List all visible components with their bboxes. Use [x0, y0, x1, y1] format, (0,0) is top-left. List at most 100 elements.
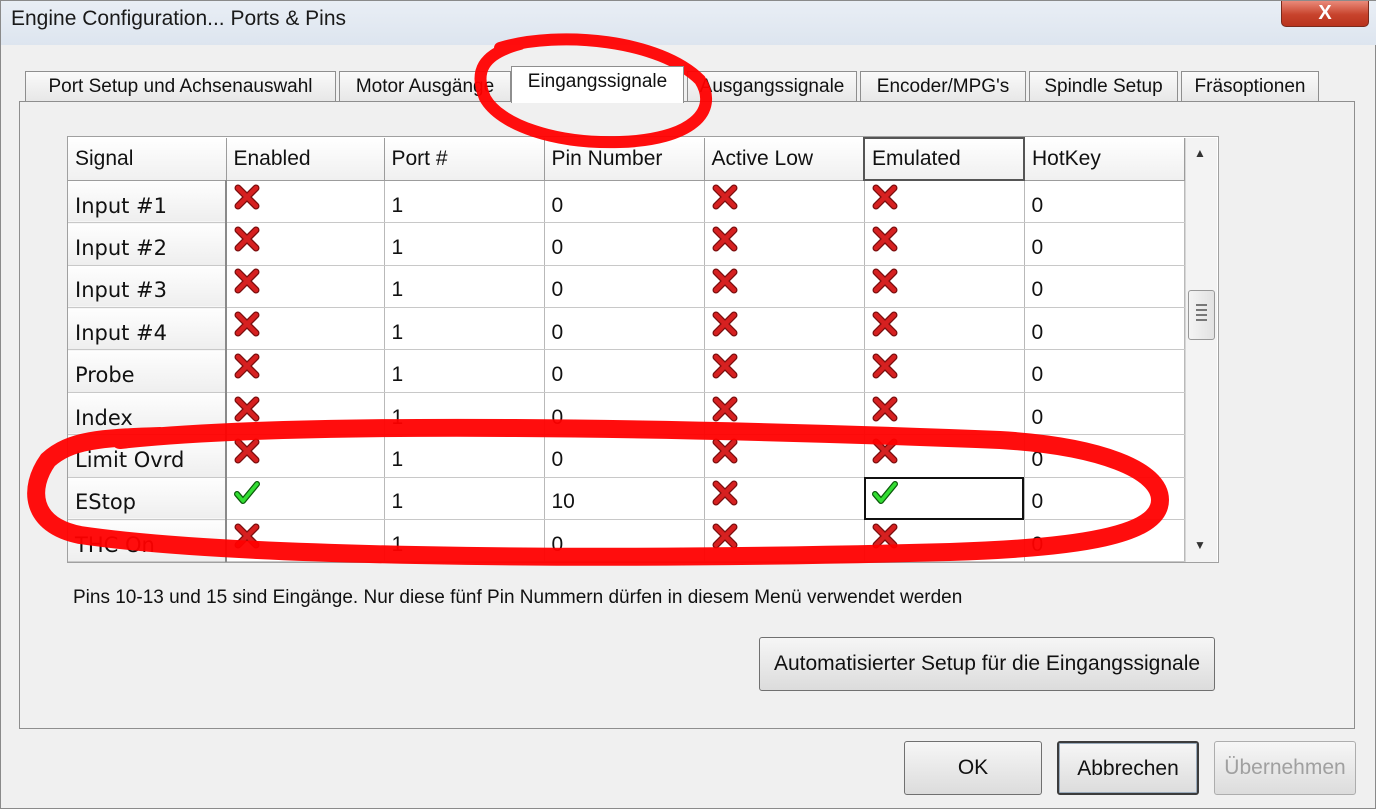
table-row[interactable]: EStop 1 10 0 [68, 477, 1185, 521]
close-button[interactable]: X [1281, 1, 1369, 27]
hotkey-cell[interactable]: 0 [1024, 349, 1185, 393]
signal-name-cell[interactable]: Input #4 [68, 307, 227, 351]
pin-number-cell[interactable]: 0 [544, 519, 705, 562]
hotkey-cell-value: 0 [1031, 363, 1044, 387]
cancel-button[interactable]: Abbrechen [1057, 741, 1199, 795]
table-row[interactable]: THC On 1 0 0 [68, 519, 1185, 562]
enabled-cell[interactable] [226, 519, 385, 562]
pin-number-cell[interactable]: 0 [544, 307, 705, 351]
tab-encoder-mpg[interactable]: Encoder/MPG's [860, 71, 1026, 103]
pin-number-cell[interactable]: 10 [544, 477, 705, 521]
title-bar[interactable]: Engine Configuration... Ports & Pins X [1, 1, 1376, 45]
active-low-cell[interactable] [704, 477, 865, 521]
scrollbar-thumb[interactable] [1188, 290, 1215, 340]
signal-name-cell[interactable]: Input #2 [68, 222, 227, 266]
table-row[interactable]: Input #2 1 0 0 [68, 222, 1185, 266]
table-row[interactable]: Probe 1 0 0 [68, 349, 1185, 393]
tab-eingangssignale[interactable]: Eingangssignale [511, 66, 684, 103]
enabled-cell[interactable] [226, 434, 385, 478]
emulated-cell[interactable] [864, 392, 1025, 436]
tab-fraesoptionen[interactable]: Fräsoptionen [1181, 71, 1319, 103]
signal-name-cell[interactable]: Input #3 [68, 265, 227, 309]
grid-vertical-scrollbar[interactable]: ▲ ▼ [1185, 138, 1217, 562]
column-header-pin-number[interactable]: Pin Number [544, 138, 705, 181]
ok-button[interactable]: OK [904, 741, 1042, 795]
emulated-cell[interactable] [864, 307, 1025, 351]
active-low-cell[interactable] [704, 265, 865, 309]
column-header-port[interactable]: Port # [384, 138, 545, 181]
active-low-cell[interactable] [704, 519, 865, 562]
enabled-cell[interactable] [226, 180, 385, 224]
port-cell[interactable]: 1 [384, 222, 545, 266]
emulated-cell[interactable] [864, 519, 1025, 562]
port-cell[interactable]: 1 [384, 349, 545, 393]
signal-name-cell[interactable]: EStop [68, 477, 227, 521]
column-header-emulated[interactable]: Emulated [863, 137, 1025, 182]
hotkey-cell[interactable]: 0 [1024, 265, 1185, 309]
auto-setup-button[interactable]: Automatisierter Setup für die Eingangssi… [759, 637, 1215, 691]
active-low-cell[interactable] [704, 434, 865, 478]
active-low-cell[interactable] [704, 349, 865, 393]
enabled-cell[interactable] [226, 392, 385, 436]
column-header-signal[interactable]: Signal [68, 138, 227, 181]
tab-ausgangssignale[interactable]: Ausgangssignale [687, 71, 857, 103]
pin-number-cell[interactable]: 0 [544, 265, 705, 309]
table-row[interactable]: Input #4 1 0 0 [68, 307, 1185, 351]
column-header-hotkey[interactable]: HotKey [1024, 138, 1185, 181]
emulated-cell[interactable] [864, 222, 1025, 266]
emulated-cell[interactable] [864, 265, 1025, 309]
active-low-cell[interactable] [704, 392, 865, 436]
port-cell[interactable]: 1 [384, 265, 545, 309]
apply-button[interactable]: Übernehmen [1214, 741, 1356, 795]
port-cell-value: 1 [391, 363, 404, 387]
active-low-cell[interactable] [704, 222, 865, 266]
hotkey-cell[interactable]: 0 [1024, 519, 1185, 562]
signal-name-cell[interactable]: Index [68, 392, 227, 436]
column-header-active-low[interactable]: Active Low [704, 138, 865, 181]
port-cell[interactable]: 1 [384, 434, 545, 478]
hotkey-cell[interactable]: 0 [1024, 180, 1185, 224]
hotkey-cell[interactable]: 0 [1024, 477, 1185, 521]
scroll-up-arrow-icon[interactable]: ▲ [1194, 146, 1206, 160]
port-cell[interactable]: 1 [384, 180, 545, 224]
emulated-cell[interactable] [864, 434, 1025, 478]
table-row[interactable]: Index 1 0 0 [68, 392, 1185, 436]
hotkey-cell[interactable]: 0 [1024, 392, 1185, 436]
emulated-cell[interactable] [864, 349, 1025, 393]
table-row[interactable]: Limit Ovrd 1 0 0 [68, 434, 1185, 478]
enabled-cell[interactable] [226, 265, 385, 309]
enabled-cell[interactable] [226, 307, 385, 351]
pin-number-cell[interactable]: 0 [544, 434, 705, 478]
grip-icon [1196, 304, 1207, 322]
pin-number-cell[interactable]: 0 [544, 180, 705, 224]
enabled-cell[interactable] [226, 222, 385, 266]
port-cell[interactable]: 1 [384, 307, 545, 351]
port-cell[interactable]: 1 [384, 477, 545, 521]
active-low-cell[interactable] [704, 307, 865, 351]
scroll-down-arrow-icon[interactable]: ▼ [1194, 538, 1206, 552]
column-header-enabled[interactable]: Enabled [226, 138, 385, 181]
signal-name-cell[interactable]: Input #1 [68, 180, 227, 224]
window-title: Engine Configuration... Ports & Pins [11, 7, 347, 30]
hotkey-cell[interactable]: 0 [1024, 307, 1185, 351]
pin-number-cell[interactable]: 0 [544, 222, 705, 266]
hotkey-cell[interactable]: 0 [1024, 434, 1185, 478]
tab-motor-ausgaenge[interactable]: Motor Ausgänge [339, 71, 511, 103]
tab-spindle-setup[interactable]: Spindle Setup [1029, 71, 1178, 103]
enabled-cell[interactable] [226, 349, 385, 393]
signal-name-cell[interactable]: Limit Ovrd [68, 434, 227, 478]
emulated-cell[interactable] [864, 180, 1025, 224]
tab-port-setup[interactable]: Port Setup und Achsenauswahl [25, 71, 336, 103]
port-cell[interactable]: 1 [384, 392, 545, 436]
signal-name-cell[interactable]: THC On [68, 519, 227, 562]
table-row[interactable]: Input #1 1 0 0 [68, 180, 1185, 224]
enabled-cell[interactable] [226, 477, 385, 521]
active-low-cell[interactable] [704, 180, 865, 224]
signal-name-cell[interactable]: Probe [68, 349, 227, 393]
pin-number-cell[interactable]: 0 [544, 349, 705, 393]
pin-number-cell[interactable]: 0 [544, 392, 705, 436]
hotkey-cell[interactable]: 0 [1024, 222, 1185, 266]
port-cell[interactable]: 1 [384, 519, 545, 562]
emulated-cell[interactable] [864, 477, 1025, 521]
table-row[interactable]: Input #3 1 0 0 [68, 265, 1185, 309]
